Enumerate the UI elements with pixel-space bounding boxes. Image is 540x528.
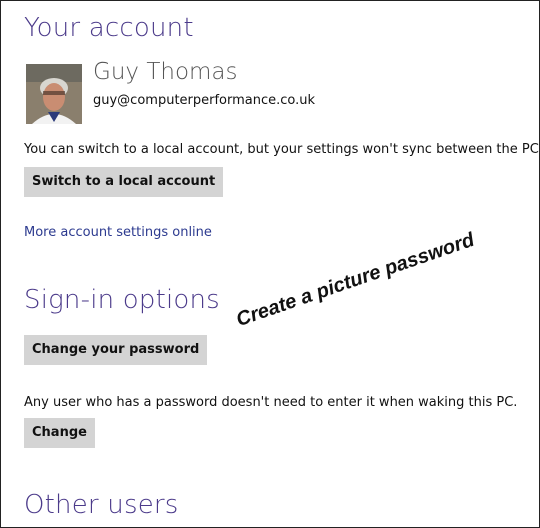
change-password-button[interactable]: Change your password (24, 335, 208, 365)
wake-password-note: Any user who has a password doesn't need… (24, 395, 518, 410)
settings-panel: Your account Guy Thomas guy@computerperf… (0, 0, 540, 528)
change-button[interactable]: Change (24, 418, 95, 448)
picture-password-annotation: Create a picture password (233, 228, 478, 332)
other-users-heading: Other users (24, 490, 179, 520)
sign-in-options-heading: Sign-in options (24, 285, 220, 315)
switch-local-account-button[interactable]: Switch to a local account (24, 167, 224, 197)
your-account-heading: Your account (24, 13, 194, 43)
avatar (26, 64, 82, 124)
more-account-settings-link[interactable]: More account settings online (24, 225, 212, 240)
user-email: guy@computerperformance.co.uk (93, 93, 316, 108)
sync-note: You can switch to a local account, but y… (24, 142, 540, 157)
user-name: Guy Thomas (93, 59, 238, 85)
